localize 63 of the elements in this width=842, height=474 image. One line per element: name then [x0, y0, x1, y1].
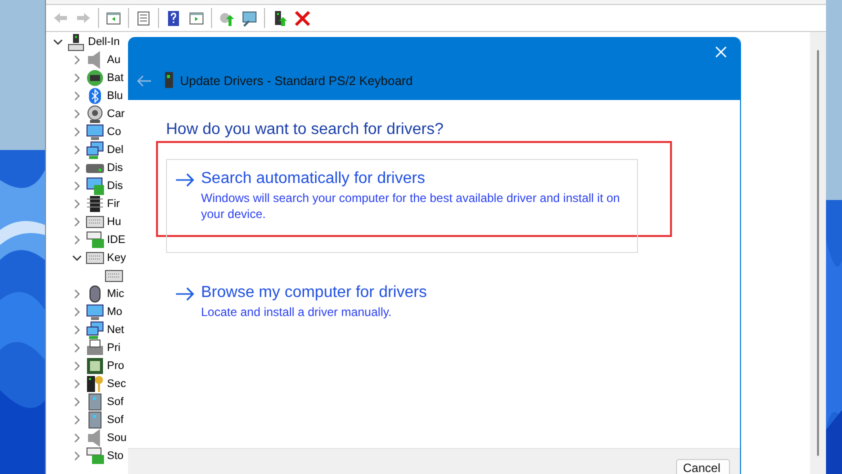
monitor-icon — [86, 123, 104, 141]
tower-icon — [86, 393, 104, 411]
dialog-heading: How do you want to search for drivers? — [166, 121, 444, 139]
printer-icon — [86, 339, 104, 357]
battery-icon — [86, 69, 104, 87]
tree-item[interactable]: Car — [106, 108, 125, 120]
tree-item[interactable]: Bat — [106, 72, 124, 84]
card-icon — [86, 447, 104, 465]
close-icon[interactable] — [294, 10, 311, 26]
option-title[interactable]: Browse my computer for drivers — [201, 284, 427, 302]
display-icon — [86, 177, 104, 195]
option-card[interactable]: Search automatically for drivers Windows will search your computer for the best available driver and install it on your device. — [166, 159, 638, 253]
webcam-icon — [86, 105, 104, 123]
window-icon[interactable] — [188, 10, 205, 26]
computer-icon — [67, 33, 85, 51]
back-icon[interactable] — [136, 74, 152, 88]
keyboard-icon — [86, 249, 104, 267]
monitor-icon — [86, 303, 104, 321]
tree-item[interactable]: Key — [106, 252, 126, 264]
cancel-button[interactable]: Cancel — [676, 459, 730, 474]
tree-item[interactable]: Sto — [106, 450, 124, 462]
card-icon — [86, 231, 104, 249]
keyboard-icon — [105, 267, 123, 285]
tree-item[interactable]: Dis — [106, 162, 123, 174]
cpu-icon — [86, 357, 104, 375]
tree-item[interactable]: Mo — [106, 306, 122, 318]
monitor-icon[interactable] — [241, 10, 258, 26]
tree-item[interactable]: Sof — [106, 396, 124, 408]
keyboard-icon — [86, 213, 104, 231]
tree-item[interactable]: Pri — [106, 342, 120, 354]
chip-icon — [86, 195, 104, 213]
key-icon — [86, 375, 104, 393]
tree-item[interactable]: Co — [106, 126, 122, 138]
tree-item[interactable]: Fir — [106, 198, 120, 210]
dialog-title: Update Drivers - Standard PS/2 Keyboard — [180, 74, 413, 88]
option-description: Locate and install a driver manually. — [201, 304, 393, 320]
tree-item[interactable]: Pro — [106, 360, 124, 372]
tree-item[interactable]: Sec — [106, 378, 126, 390]
arrow-icon — [175, 287, 195, 301]
bluetooth-icon — [86, 87, 104, 105]
option-description: Windows will search your computer for the best available driver and install it on your device. — [201, 190, 621, 222]
tree-item[interactable]: Mic — [106, 288, 124, 300]
tree-item[interactable]: Sof — [106, 414, 124, 426]
tree-item[interactable]: Blu — [106, 90, 123, 102]
tree-item[interactable]: Hu — [106, 216, 122, 228]
network-icon — [86, 321, 104, 339]
tree-item[interactable]: Dis — [106, 180, 123, 192]
tree-item[interactable]: Dell-In — [87, 36, 120, 48]
option-title[interactable]: Search automatically for drivers — [201, 170, 627, 188]
tower-icon — [86, 411, 104, 429]
tree-item[interactable]: IDE — [106, 234, 126, 246]
help-icon[interactable] — [165, 10, 182, 26]
option-card[interactable]: Browse my computer for drivers Locate and install a driver manually. — [166, 273, 638, 335]
properties-icon[interactable] — [135, 10, 152, 26]
window-icon[interactable] — [105, 10, 122, 26]
tree-item[interactable]: Au — [106, 54, 120, 66]
tree-item[interactable]: Del — [106, 144, 124, 156]
scrollbar[interactable] — [810, 32, 826, 474]
tree-item[interactable]: Net — [106, 324, 124, 336]
device-icon — [164, 72, 174, 88]
arrow-icon — [175, 173, 195, 187]
tree-item[interactable]: Sou — [106, 432, 127, 444]
network-icon — [86, 141, 104, 159]
